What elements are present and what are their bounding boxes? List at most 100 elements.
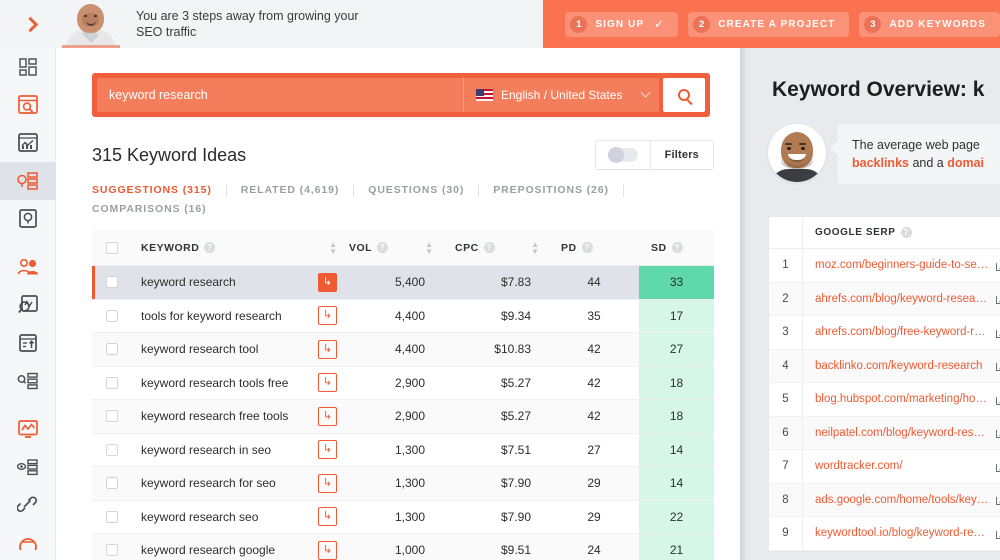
- serp-url[interactable]: wordtracker.com/: [815, 460, 990, 472]
- search-submit-button[interactable]: [663, 78, 705, 112]
- serp-row[interactable]: 4 backlinko.com/keyword-research: [769, 349, 1000, 383]
- filters-toggle[interactable]: [596, 141, 650, 169]
- serp-row[interactable]: 5 blog.hubspot.com/marketing/ho…: [769, 383, 1000, 417]
- info-icon[interactable]: ?: [483, 242, 495, 253]
- open-keyword-icon[interactable]: ↳: [318, 473, 337, 493]
- external-link-icon[interactable]: [996, 461, 1000, 472]
- external-link-icon[interactable]: [996, 528, 1000, 539]
- info-icon[interactable]: ?: [377, 242, 389, 253]
- step-signup-button[interactable]: 1 SIGN UP ✓: [565, 11, 679, 37]
- external-link-icon[interactable]: [996, 427, 1000, 439]
- pd-value: 27: [587, 442, 601, 457]
- table-row[interactable]: keyword research free tools ↳ 2,900 $5.2…: [92, 400, 714, 434]
- serp-url[interactable]: ads.google.com/home/tools/key…: [815, 494, 990, 506]
- tab-related[interactable]: RELATED (4,619): [241, 184, 355, 197]
- serp-row[interactable]: 7 wordtracker.com/: [769, 450, 1000, 484]
- cpc-value: $7.51: [500, 442, 531, 457]
- search-input[interactable]: [97, 78, 463, 112]
- step-add-keywords-button[interactable]: 3 ADD KEYWORDS: [859, 11, 1000, 37]
- serp-row[interactable]: 2 ahrefs.com/blog/keyword-resear…: [769, 282, 1000, 316]
- serp-row[interactable]: 9 keywordtool.io/blog/keyword-re…: [769, 517, 1000, 551]
- external-link-icon[interactable]: [996, 327, 1000, 338]
- tab-questions[interactable]: QUESTIONS (30): [368, 184, 480, 197]
- info-icon[interactable]: ?: [671, 242, 683, 253]
- row-checkbox[interactable]: [105, 510, 118, 523]
- serp-url[interactable]: neilpatel.com/blog/keyword-rese…: [815, 427, 990, 439]
- banner-collapse-button[interactable]: [0, 0, 60, 48]
- info-icon[interactable]: ?: [581, 242, 593, 253]
- sidebar-item-site-audit[interactable]: [0, 324, 56, 362]
- sidebar-item-alerts[interactable]: [0, 524, 56, 560]
- header-pd[interactable]: PD ?: [549, 230, 639, 265]
- sidebar-item-site-explorer[interactable]: [0, 86, 56, 124]
- external-link-icon[interactable]: [996, 260, 1000, 271]
- open-keyword-icon[interactable]: ↳: [318, 339, 337, 359]
- table-row[interactable]: keyword research in seo ↳ 1,300 $7.51 27…: [92, 433, 714, 467]
- sidebar-item-backlinks[interactable]: [0, 486, 56, 524]
- table-row[interactable]: keyword research ↳ 5,400 $7.83 44 33: [92, 266, 714, 300]
- open-keyword-icon[interactable]: ↳: [318, 272, 337, 292]
- serp-url[interactable]: keywordtool.io/blog/keyword-re…: [815, 527, 990, 539]
- select-all-checkbox[interactable]: [105, 241, 118, 254]
- serp-url[interactable]: blog.hubspot.com/marketing/ho…: [815, 393, 990, 405]
- sidebar-item-keyword-ideas[interactable]: [0, 200, 56, 238]
- sort-icon[interactable]: ▲ ▼: [531, 240, 539, 255]
- sidebar-item-metrics-chart[interactable]: [0, 410, 56, 448]
- serp-url[interactable]: ahrefs.com/blog/free-keyword-re…: [815, 326, 990, 338]
- sidebar-item-rank-tracker[interactable]: [0, 286, 56, 324]
- tab-suggestions[interactable]: SUGGESTIONS (315): [92, 184, 227, 197]
- open-keyword-icon[interactable]: ↳: [318, 440, 337, 460]
- chevron-down-icon: [640, 87, 651, 98]
- row-checkbox[interactable]: [105, 276, 118, 289]
- external-link-icon[interactable]: [996, 394, 1000, 405]
- row-checkbox[interactable]: [105, 309, 118, 322]
- row-checkbox[interactable]: [105, 376, 118, 389]
- serp-row[interactable]: 6 neilpatel.com/blog/keyword-rese…: [769, 416, 1000, 450]
- external-link-icon[interactable]: [996, 494, 1000, 506]
- serp-row[interactable]: 3 ahrefs.com/blog/free-keyword-re…: [769, 316, 1000, 350]
- sidebar-item-overview-list[interactable]: [0, 448, 56, 486]
- serp-url[interactable]: ahrefs.com/blog/keyword-resear…: [815, 293, 990, 305]
- tab-comparisons[interactable]: COMPARISONS (16): [92, 203, 700, 216]
- header-sd[interactable]: SD ?: [639, 230, 714, 265]
- external-link-icon[interactable]: [996, 293, 1000, 305]
- tab-prepositions[interactable]: PREPOSITIONS (26): [493, 184, 624, 197]
- table-row[interactable]: keyword research seo ↳ 1,300 $7.90 29 22: [92, 500, 714, 534]
- external-link-icon[interactable]: [996, 360, 1000, 372]
- sidebar-item-competitors[interactable]: [0, 248, 56, 286]
- language-selector[interactable]: English / United States: [463, 78, 659, 112]
- sort-icon[interactable]: ▲ ▼: [329, 240, 337, 255]
- row-checkbox[interactable]: [105, 343, 118, 356]
- open-keyword-icon[interactable]: ↳: [318, 507, 337, 527]
- row-checkbox[interactable]: [105, 477, 118, 490]
- cpc-value: $9.34: [500, 308, 531, 323]
- sidebar-item-content-explorer[interactable]: [0, 124, 56, 162]
- row-checkbox[interactable]: [105, 544, 118, 557]
- row-checkbox[interactable]: [105, 410, 118, 423]
- sidebar-item-keywords-explorer[interactable]: [0, 162, 56, 200]
- open-keyword-icon[interactable]: ↳: [318, 406, 337, 426]
- serp-row[interactable]: 8 ads.google.com/home/tools/key…: [769, 483, 1000, 517]
- serp-url[interactable]: backlinko.com/keyword-research: [815, 360, 990, 372]
- sidebar-item-dashboard[interactable]: [0, 48, 56, 86]
- table-row[interactable]: keyword research for seo ↳ 1,300 $7.90 2…: [92, 467, 714, 501]
- table-row[interactable]: keyword research tool ↳ 4,400 $10.83 42 …: [92, 333, 714, 367]
- table-row[interactable]: keyword research tools free ↳ 2,900 $5.2…: [92, 366, 714, 400]
- open-keyword-icon[interactable]: ↳: [318, 373, 337, 393]
- step-create-project-button[interactable]: 2 CREATE A PROJECT: [688, 11, 850, 37]
- header-vol[interactable]: VOL ? ▲ ▼: [337, 230, 443, 265]
- serp-row[interactable]: 1 moz.com/beginners-guide-to-se…: [769, 249, 1000, 283]
- header-cpc[interactable]: CPC ? ▲ ▼: [443, 230, 549, 265]
- table-row[interactable]: tools for keyword research ↳ 4,400 $9.34…: [92, 299, 714, 333]
- table-row[interactable]: keyword research google ↳ 1,000 $9.51 24…: [92, 534, 714, 560]
- serp-url[interactable]: moz.com/beginners-guide-to-se…: [815, 259, 990, 271]
- sidebar-item-serp-overview[interactable]: [0, 362, 56, 400]
- row-checkbox[interactable]: [105, 443, 118, 456]
- open-keyword-icon[interactable]: ↳: [318, 540, 337, 560]
- open-keyword-icon[interactable]: ↳: [318, 306, 337, 326]
- header-keyword[interactable]: KEYWORD ? ▲ ▼: [131, 230, 337, 265]
- info-icon[interactable]: ?: [900, 227, 912, 238]
- filters-button[interactable]: Filters: [649, 141, 713, 169]
- sort-icon[interactable]: ▲ ▼: [425, 240, 433, 255]
- info-icon[interactable]: ?: [204, 242, 216, 253]
